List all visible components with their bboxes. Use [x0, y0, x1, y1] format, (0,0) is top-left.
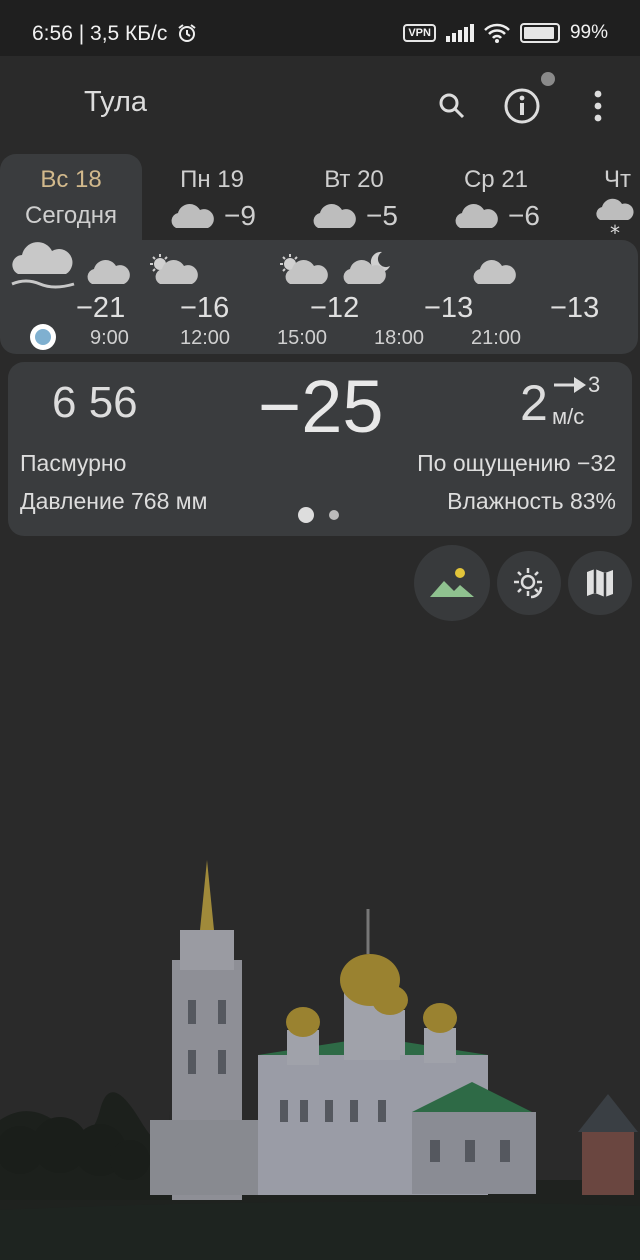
status-bar: 6:56 | 3,5 КБ/с VPN 99% — [0, 0, 640, 56]
day-name: Вс 18 — [40, 166, 102, 193]
hour-time: 12:00 — [180, 327, 231, 349]
sun-moon-icon — [514, 568, 543, 599]
day-temp: −9 — [224, 200, 256, 231]
network-speed: 3,5 КБ/с — [90, 22, 168, 45]
hour-time: 9:00 — [90, 327, 129, 349]
tab-day-22[interactable]: Чт * — [588, 154, 640, 244]
current-time: 6 56 — [52, 378, 138, 427]
wifi-icon — [484, 23, 510, 43]
tab-day-21[interactable]: Ср 21 −6 — [434, 154, 558, 244]
cloud-icon — [87, 260, 130, 284]
cloud-icon — [473, 260, 516, 284]
vpn-badge: VPN — [403, 24, 436, 42]
wind-speed: 2 — [520, 375, 548, 431]
map-icon — [587, 569, 613, 597]
day-label: Сегодня — [25, 202, 117, 229]
feels-like-text: По ощущению −32 — [417, 450, 616, 476]
current-temp: −25 — [258, 365, 384, 448]
cloud-icon — [171, 204, 214, 228]
page-dot-active[interactable] — [298, 507, 314, 523]
hour-temp: −13 — [424, 292, 474, 324]
day-name: Ср 21 — [463, 166, 529, 193]
more-vert-icon[interactable] — [578, 86, 618, 126]
hour-time: 21:00 — [471, 327, 522, 349]
hour-temp: −21 — [76, 292, 126, 324]
day-temp: −6 — [508, 200, 540, 231]
hourly-forecast[interactable]: −21 −16 −12 −13 −13 9:00 12:00 15:00 18:… — [0, 240, 638, 354]
landscape-icon — [430, 568, 474, 597]
current-conditions-card[interactable]: 6 56 −25 2 3 м/с Пасмурно Давление 768 м… — [8, 362, 632, 536]
day-name: Пн 19 — [180, 166, 244, 193]
condition-text: Пасмурно — [20, 450, 127, 476]
map-button[interactable] — [568, 551, 632, 615]
partly-cloudy-day-icon — [280, 254, 328, 284]
info-icon[interactable] — [502, 86, 542, 126]
cloud-icon — [455, 204, 498, 228]
background-cathedral-image — [0, 860, 640, 1260]
now-marker — [30, 324, 56, 350]
background-image-button[interactable] — [414, 545, 490, 621]
app-bar: Тула — [0, 56, 640, 152]
hour-temp: −13 — [550, 292, 600, 324]
sun-moon-button[interactable] — [497, 551, 561, 615]
day-tabs: Вс 18 Сегодня Пн 19 −9 Вт 20 −5 Ср 21 −6… — [0, 154, 640, 244]
day-name: Вт 20 — [324, 166, 384, 193]
wind-unit: м/с — [552, 404, 585, 429]
svg-text:*: * — [610, 221, 620, 242]
tab-day-20[interactable]: Вт 20 −5 — [292, 154, 416, 244]
hour-time: 18:00 — [374, 327, 425, 349]
status-right: VPN 99% — [403, 22, 608, 44]
hour-temp: −12 — [310, 292, 360, 324]
battery-level: 99% — [569, 22, 608, 43]
notification-dot — [541, 72, 555, 86]
city-title[interactable]: Тула — [84, 86, 147, 119]
battery-icon — [519, 23, 560, 43]
page-dot[interactable] — [329, 510, 339, 520]
partly-cloudy-night-icon — [343, 251, 390, 284]
day-name: Чт — [604, 166, 631, 193]
tab-day-19[interactable]: Пн 19 −9 — [150, 154, 274, 244]
cloud-icon — [313, 204, 356, 228]
partly-cloudy-day-icon — [150, 254, 198, 284]
pressure-text: Давление 768 мм — [20, 488, 208, 514]
alarm-icon — [178, 24, 196, 42]
humidity-text: Влажность 83% — [447, 488, 616, 514]
signal-icon — [445, 24, 474, 42]
status-time: 6:56 — [32, 22, 73, 45]
tab-today[interactable]: Вс 18 Сегодня — [0, 154, 142, 244]
wind-gust: 3 — [588, 372, 601, 397]
overcast-fog-icon — [11, 242, 75, 289]
snow-cloud-icon: * — [596, 198, 634, 244]
hour-time: 15:00 — [277, 327, 328, 349]
status-left: 6:56 | 3,5 КБ/с — [32, 22, 197, 46]
search-icon[interactable] — [432, 86, 472, 126]
hour-temp: −16 — [180, 292, 230, 324]
day-temp: −5 — [366, 200, 398, 231]
wind-direction-icon — [554, 377, 586, 393]
